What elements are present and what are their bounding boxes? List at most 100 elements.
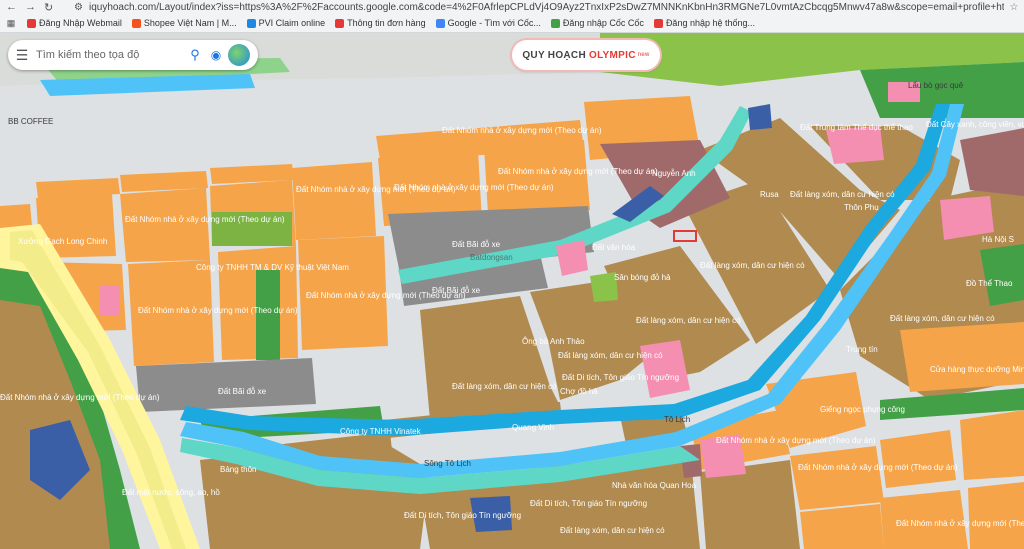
brand-accent: OLYMPIC bbox=[588, 49, 636, 61]
bookmark-star-icon[interactable]: ☆ bbox=[1004, 2, 1024, 13]
relic-label: Đất Di tích, Tôn giáo Tín ngưỡng bbox=[404, 511, 521, 520]
bookmark-favicon-icon bbox=[653, 18, 663, 28]
brand-sup: new bbox=[637, 52, 650, 58]
plot-label: Đất Nhóm nhà ở xây dựng mới (Theo dự án) bbox=[896, 519, 1024, 528]
plot-label: Đất Nhóm nhà ở xây dựng mới (Theo dự án) bbox=[138, 306, 298, 315]
poi-gieng: Giếng ngọc phụng công bbox=[820, 405, 905, 414]
plot-label: Đất làng xóm, dân cư hiện có bbox=[558, 351, 663, 360]
parking-label: Đất Bãi đỗ xe bbox=[452, 240, 501, 249]
bookmark-coccoc[interactable]: Đăng nhập Cốc Cốc bbox=[546, 18, 649, 28]
poi-nha-van: Nhà văn hóa Quan Hoa bbox=[612, 481, 697, 490]
bookmark-favicon-icon bbox=[246, 18, 256, 28]
plot-orange bbox=[960, 410, 1024, 480]
plot-label: Đất làng xóm, dân cư hiện có bbox=[452, 382, 557, 391]
location-icon[interactable]: ◉ bbox=[206, 48, 226, 62]
apps-grid-icon[interactable]: ▦ bbox=[0, 18, 22, 29]
bookmark-pvi[interactable]: PVI Claim online bbox=[242, 18, 331, 28]
search-icon[interactable]: ⚲ bbox=[184, 47, 206, 63]
plot-orange bbox=[800, 504, 884, 549]
plot-label: Đất làng xóm, dân cư hiện có bbox=[560, 526, 665, 535]
lock-icon[interactable]: ⚙ bbox=[74, 2, 83, 13]
culture-label: Đất văn hóa bbox=[592, 243, 636, 252]
plot-orange bbox=[120, 188, 210, 262]
poi-ong-ba: Ông bà Anh Thảo bbox=[522, 337, 585, 346]
poi-cho-do: Chợ đồ hà bbox=[560, 387, 598, 396]
bookmark-favicon-icon bbox=[131, 18, 141, 28]
plot-orange bbox=[880, 430, 956, 488]
bookmark-label: Thông tin đơn hàng bbox=[347, 18, 426, 28]
plot-label: Đất Nhóm nhà ở xây dựng mới (Theo dự án) bbox=[798, 463, 958, 472]
brand-badge[interactable]: QUY HOẠCH OLYMPIC new bbox=[512, 40, 660, 70]
pink-plot bbox=[100, 286, 120, 316]
water-body bbox=[748, 104, 772, 130]
reload-icon[interactable]: ↻ bbox=[44, 1, 53, 14]
park-label: Đất Cây xanh, công viên, vườn hoa bbox=[926, 120, 1024, 129]
poi-rusa: Rusa bbox=[760, 190, 779, 199]
plot-label: Đất Nhóm nhà ở xây dựng mới (Theo dự án) bbox=[716, 436, 876, 445]
nav-buttons: ← → ↻ bbox=[0, 1, 70, 14]
bookmark-label: Google - Tìm với Cốc... bbox=[447, 18, 541, 28]
relic-label: Đất Di tích, Tôn giáo Tín ngưỡng bbox=[562, 373, 679, 382]
parking-area bbox=[136, 358, 316, 412]
bookmarks-bar: ▦ Đăng Nhập Webmail Shopee Việt Nam | M.… bbox=[0, 14, 1024, 32]
water-label: Đất mặt nước, sông, ao, hồ bbox=[122, 488, 220, 497]
bookmark-label: PVI Claim online bbox=[258, 18, 326, 28]
watermark: Batdongsan bbox=[470, 253, 513, 262]
poi-nguyen-anh: Nguyễn Anh bbox=[652, 169, 696, 178]
poi-do-the: Đồ Thể Thao bbox=[966, 279, 1013, 288]
brand-main: QUY HOẠCH bbox=[522, 49, 586, 61]
bookmark-order[interactable]: Thông tin đơn hàng bbox=[330, 18, 430, 28]
map-layer-icon[interactable] bbox=[228, 44, 250, 66]
browser-chrome: ← → ↻ ⚙ iquyhoach.com/Layout/index?iss=h… bbox=[0, 0, 1024, 33]
bookmark-favicon-icon bbox=[335, 18, 345, 28]
bookmark-favicon-icon bbox=[435, 18, 445, 28]
coordinate-search: ☰ ⚲ ◉ bbox=[8, 40, 258, 70]
address-bar[interactable]: ← → ↻ ⚙ iquyhoach.com/Layout/index?iss=h… bbox=[0, 0, 1024, 14]
url-text[interactable]: iquyhoach.com/Layout/index?iss=https%3A%… bbox=[89, 2, 1004, 13]
poi-san-bong: Sân bóng đỏ hả bbox=[614, 273, 671, 282]
plot-orange bbox=[968, 482, 1024, 549]
poi-thon-phu: Thôn Phụ bbox=[844, 203, 879, 212]
relic-label: Đất Di tích, Tôn giáo Tín ngưỡng bbox=[530, 499, 647, 508]
river-label-short: Tô Lịch bbox=[664, 415, 690, 424]
sports-label: Đất Trung tâm Thể dục thể thao bbox=[800, 123, 913, 132]
poi-bang-thon: Bảng thôn bbox=[220, 465, 256, 474]
bookmark-label: Đăng nhập hệ thống... bbox=[665, 18, 756, 28]
plot-orange bbox=[292, 162, 376, 240]
parking-label: Đất Bãi đỗ xe bbox=[218, 387, 267, 396]
plot-label: Đất Nhóm nhà ở xây dựng mới (Theo dự án) bbox=[498, 167, 658, 176]
plot-label: Đất Nhóm nhà ở xây dựng mới (Theo dự án) bbox=[125, 215, 285, 224]
planning-map[interactable]: Đất Nhóm nhà ở xây dựng mới (Theo dự án)… bbox=[0, 33, 1024, 549]
bookmark-google[interactable]: Google - Tìm với Cốc... bbox=[431, 18, 546, 28]
plot-label: Đất làng xóm, dân cư hiện có bbox=[700, 261, 805, 270]
bookmark-system[interactable]: Đăng nhập hệ thống... bbox=[649, 18, 760, 28]
river-label: Sông Tô Lịch bbox=[424, 459, 471, 468]
plot-label: Đất làng xóm, dân cư hiện có bbox=[890, 314, 995, 323]
bookmark-shopee[interactable]: Shopee Việt Nam | M... bbox=[127, 18, 242, 28]
poi-tm-ky: Công ty TNHH TM & DV Kỹ thuật Việt Nam bbox=[196, 263, 349, 272]
parking-label: Đất Bãi đỗ xe bbox=[432, 286, 481, 295]
plot-orange bbox=[790, 446, 884, 510]
poi-trung-tin: Trung tín bbox=[846, 345, 878, 354]
green-strip bbox=[256, 270, 280, 360]
poi-bb-coffee: BB COFFEE bbox=[8, 117, 53, 126]
bookmark-favicon-icon bbox=[550, 18, 560, 28]
menu-icon[interactable]: ☰ bbox=[8, 47, 36, 64]
plot-orange bbox=[0, 204, 32, 228]
search-input[interactable] bbox=[36, 49, 184, 61]
plot-label: Đất Nhóm nhà ở xây dựng mới (Theo dự án) bbox=[442, 126, 602, 135]
poi-xuong-gach: Xưởng Gạch Long Chinh bbox=[18, 237, 107, 246]
bookmark-label: Đăng Nhập Webmail bbox=[39, 18, 122, 28]
poi-cong-ty: Công ty TNHH Vinatek bbox=[340, 427, 422, 436]
plot-label: Đất làng xóm, dân cư hiện có bbox=[790, 190, 895, 199]
plot-label: Đất Nhóm nhà ở xây dựng mới (Theo dự án) bbox=[0, 393, 160, 402]
forward-icon[interactable]: → bbox=[25, 1, 36, 14]
bookmark-webmail[interactable]: Đăng Nhập Webmail bbox=[22, 18, 127, 28]
poi-hanoi: Hà Nội S bbox=[982, 235, 1014, 244]
back-icon[interactable]: ← bbox=[6, 1, 17, 14]
poi-cua-hang: Cửa hàng thực dưỡng Minh Tâm bbox=[930, 365, 1024, 374]
poi-quang-vinh: Quang Vinh bbox=[512, 423, 554, 432]
plot-orange bbox=[900, 322, 1024, 392]
bookmark-favicon-icon bbox=[27, 18, 36, 28]
plot-label: Đất làng xóm, dân cư hiện có bbox=[636, 316, 741, 325]
